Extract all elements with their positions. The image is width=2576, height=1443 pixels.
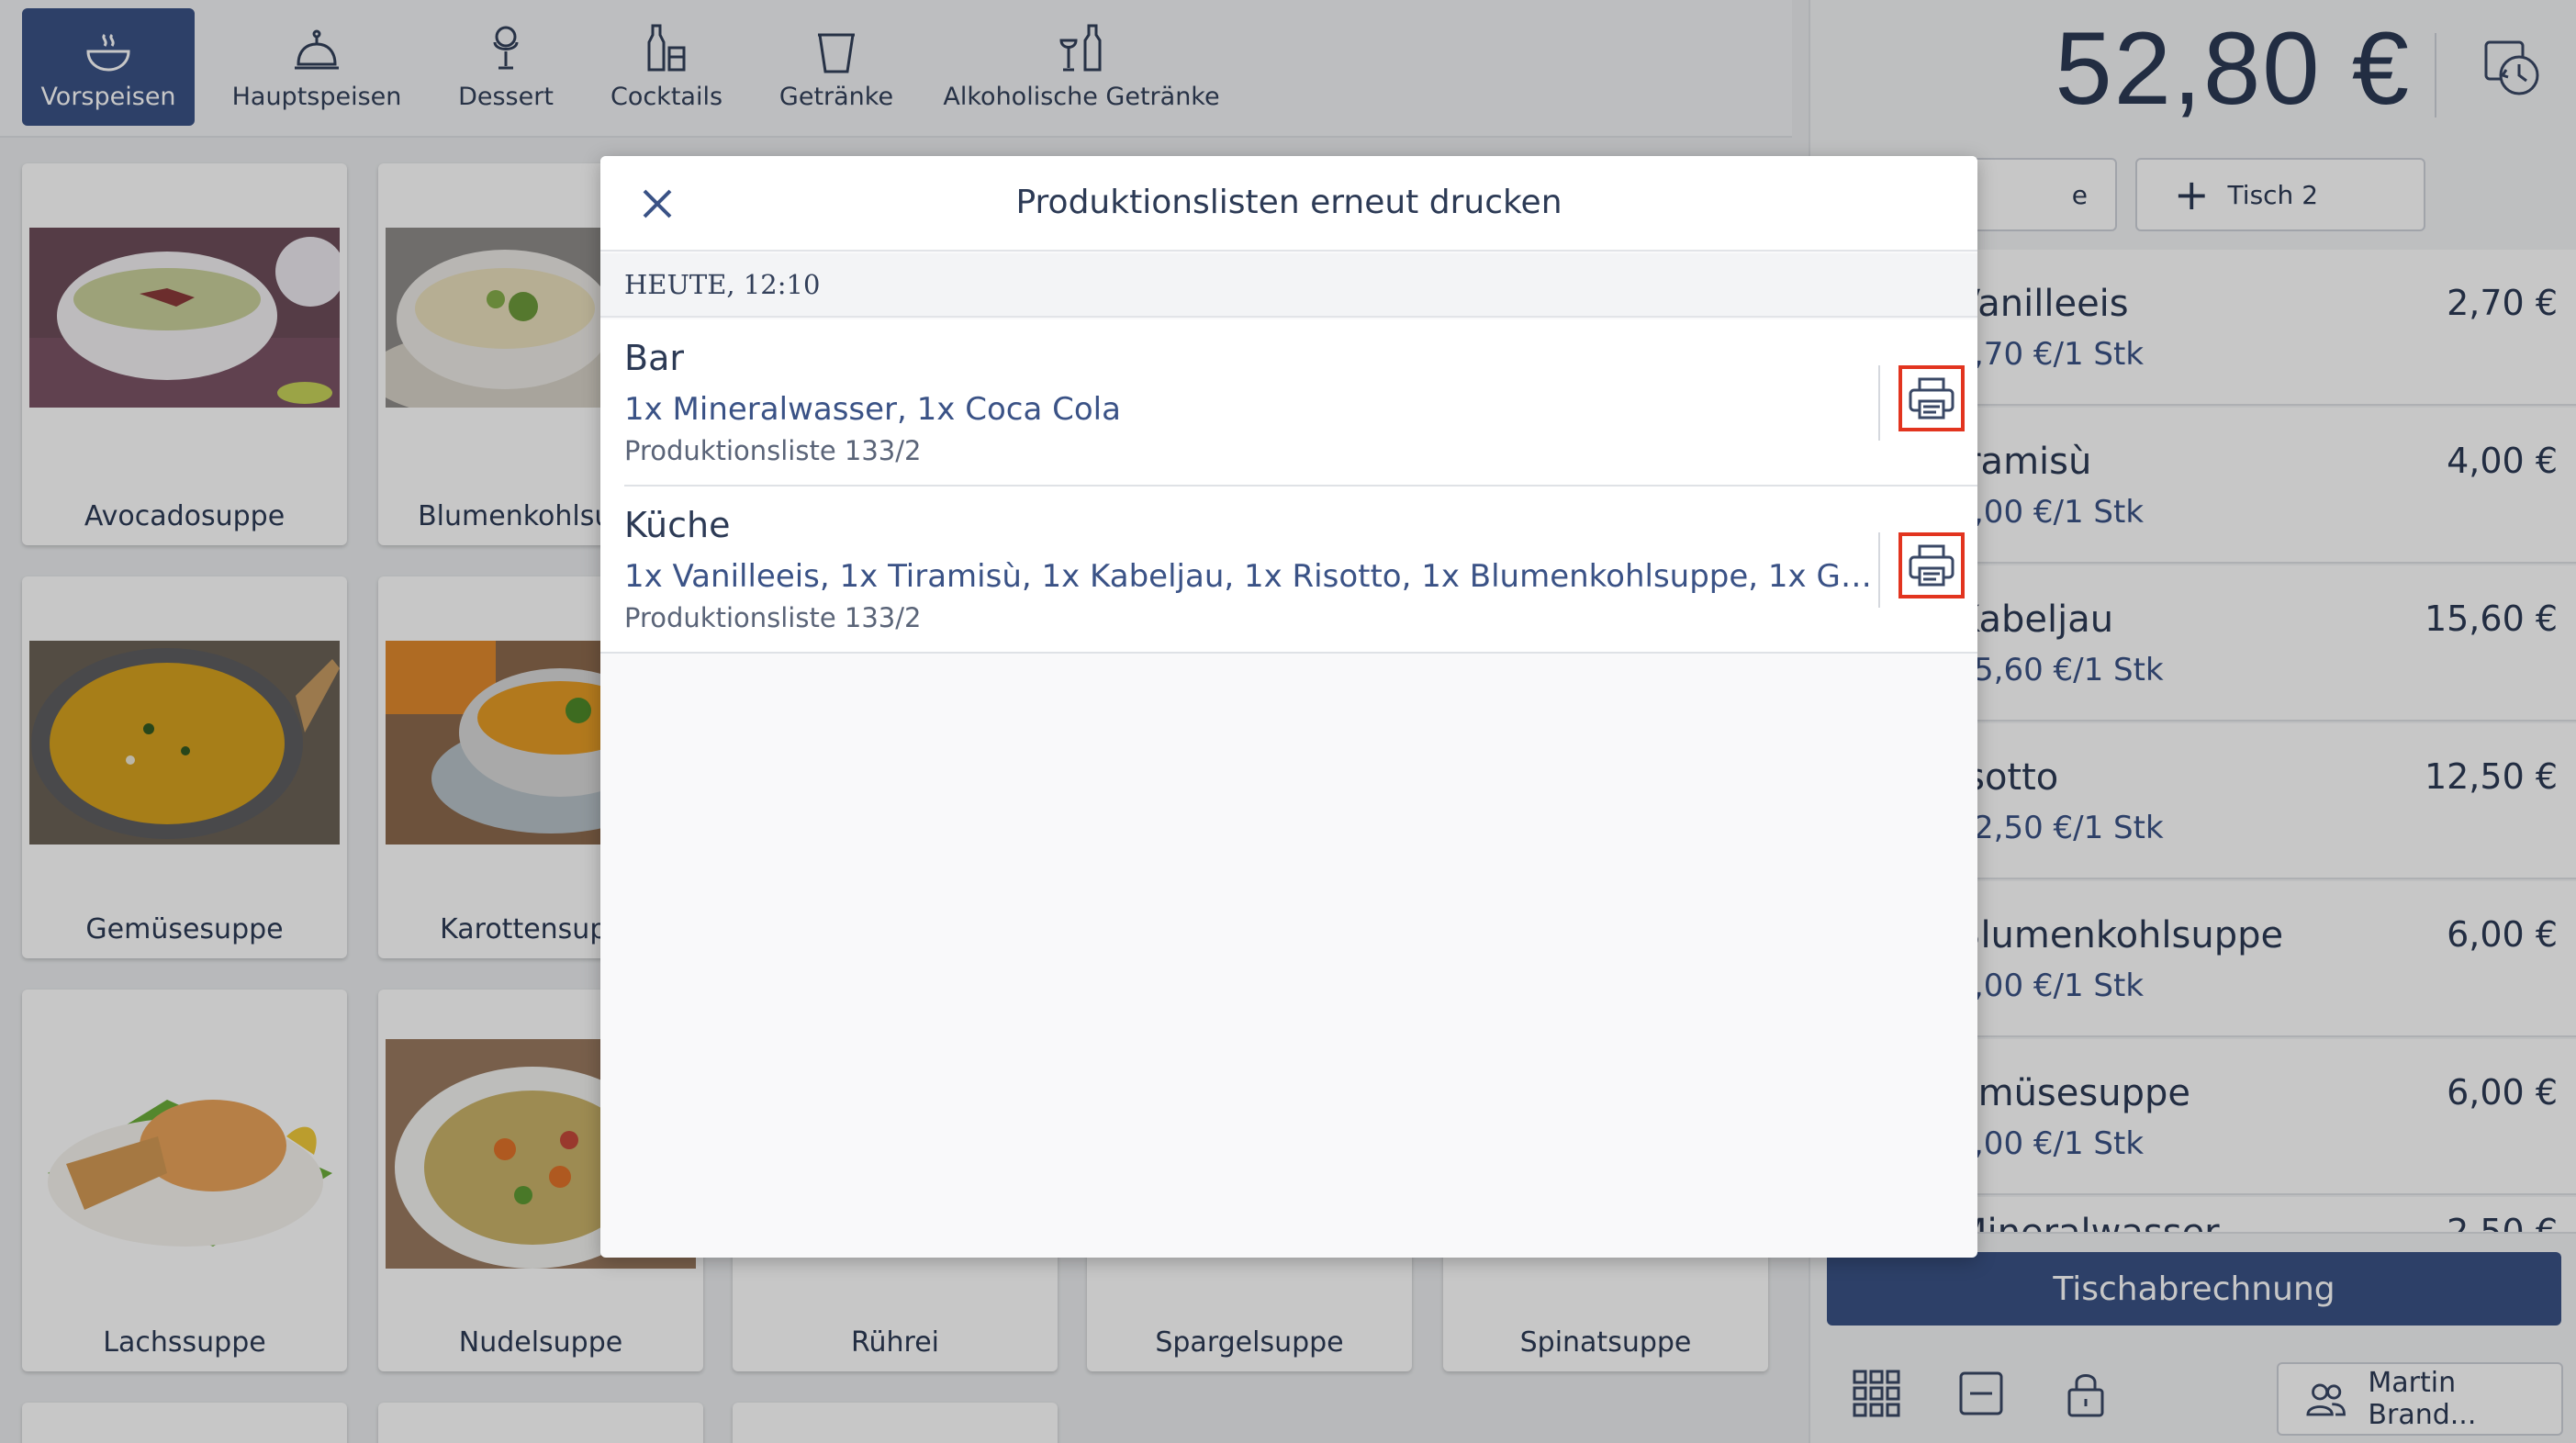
print-button-bar[interactable] (1898, 365, 1965, 431)
dialog-title: Produktionslisten erneut drucken (1015, 184, 1562, 221)
row-divider (600, 652, 1977, 654)
list-items: 1x Vanilleeis, 1x Tiramisù, 1x Kabeljau,… (624, 558, 1873, 595)
pos-app: Vorspeisen Hauptspeisen Dessert Cocktail… (0, 0, 2576, 1443)
dialog-header: Produktionslisten erneut drucken (600, 156, 1977, 252)
printer-icon (1909, 544, 1954, 587)
station-name: Bar (624, 338, 684, 378)
production-list-item: Bar 1x Mineralwasser, 1x Coca Cola Produ… (600, 319, 1977, 487)
list-number: Produktionsliste 133/2 (624, 435, 922, 466)
printer-icon (1909, 377, 1954, 419)
print-button-kueche[interactable] (1898, 532, 1965, 598)
date-group-header: HEUTE, 12:10 (600, 253, 1977, 318)
divider (1878, 365, 1880, 441)
reprint-dialog: Produktionslisten erneut drucken HEUTE, … (600, 156, 1977, 1258)
list-number: Produktionsliste 133/2 (624, 602, 922, 633)
production-list-item: Küche 1x Vanilleeis, 1x Tiramisù, 1x Kab… (600, 487, 1977, 654)
divider (1878, 532, 1880, 608)
list-items: 1x Mineralwasser, 1x Coca Cola (624, 391, 1121, 428)
station-name: Küche (624, 505, 731, 545)
